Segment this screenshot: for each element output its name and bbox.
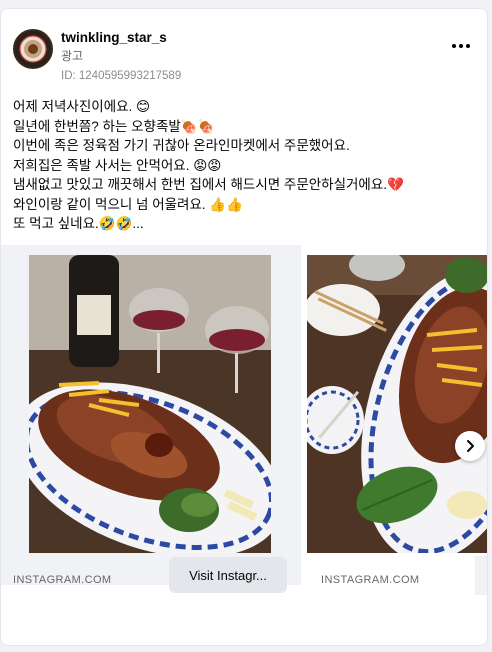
link-source: INSTAGRAM.COM	[321, 574, 420, 586]
more-horizontal-icon	[459, 44, 463, 48]
food-photo-wine-jokbal[interactable]	[29, 255, 271, 553]
carousel-slide-1[interactable]: INSTAGRAM.COM Visit Instagr...	[1, 245, 301, 593]
carousel-slide-2[interactable]: INSTAGRAM.COM	[307, 245, 487, 586]
caption-line: 냄새없고 맛있고 깨끗해서 한번 집에서 해드시면 주문안하실거에요.💔	[13, 177, 404, 192]
sponsored-label: 광고	[61, 49, 84, 63]
caption-line: 이번에 족은 정육점 가기 귀찮아 온라인마켓에서 주문했어요.	[13, 138, 350, 153]
avatar[interactable]	[13, 29, 53, 69]
carousel-next-button[interactable]	[455, 431, 485, 461]
next-slide-button-edge[interactable]	[475, 556, 487, 595]
ad-id: ID: 1240595993217589	[61, 70, 182, 82]
post-header: twinkling_star_s 광고 ID: 1240595993217589	[13, 29, 475, 85]
avatar-image	[15, 31, 51, 67]
food-photo-jokbal-closeup[interactable]	[307, 255, 487, 553]
link-source: INSTAGRAM.COM	[13, 574, 112, 586]
username[interactable]: twinkling_star_s	[61, 29, 181, 46]
more-horizontal-icon	[452, 44, 456, 48]
ad-post-card: twinkling_star_s 광고 ID: 1240595993217589…	[0, 8, 488, 646]
image-carousel: INSTAGRAM.COM Visit Instagr... INSTAGRAM…	[1, 245, 487, 595]
caption-line: 일년에 한번쯤? 하는 오향족발🍖🍖	[13, 118, 215, 134]
caption-line: 저희집은 족발 사서는 안먹어요. 😡😡	[13, 157, 222, 173]
visit-instagram-button[interactable]: Visit Instagr...	[169, 557, 287, 593]
post-meta: twinkling_star_s 광고 ID: 1240595993217589	[61, 29, 181, 84]
post-caption: 어제 저녁사진이에요. 😊 일년에 한번쯤? 하는 오향족발🍖🍖 이번에 족은 …	[13, 97, 479, 234]
caption-line: 어제 저녁사진이에요. 😊	[13, 99, 151, 114]
more-horizontal-icon	[466, 44, 470, 48]
caption-line: 와인이랑 같이 먹으니 넘 어울려요. 👍👍	[13, 196, 244, 212]
chevron-right-icon	[467, 440, 474, 452]
more-options-button[interactable]	[447, 35, 475, 57]
caption-line: 또 먹고 싶네요.🤣🤣...	[13, 216, 144, 231]
